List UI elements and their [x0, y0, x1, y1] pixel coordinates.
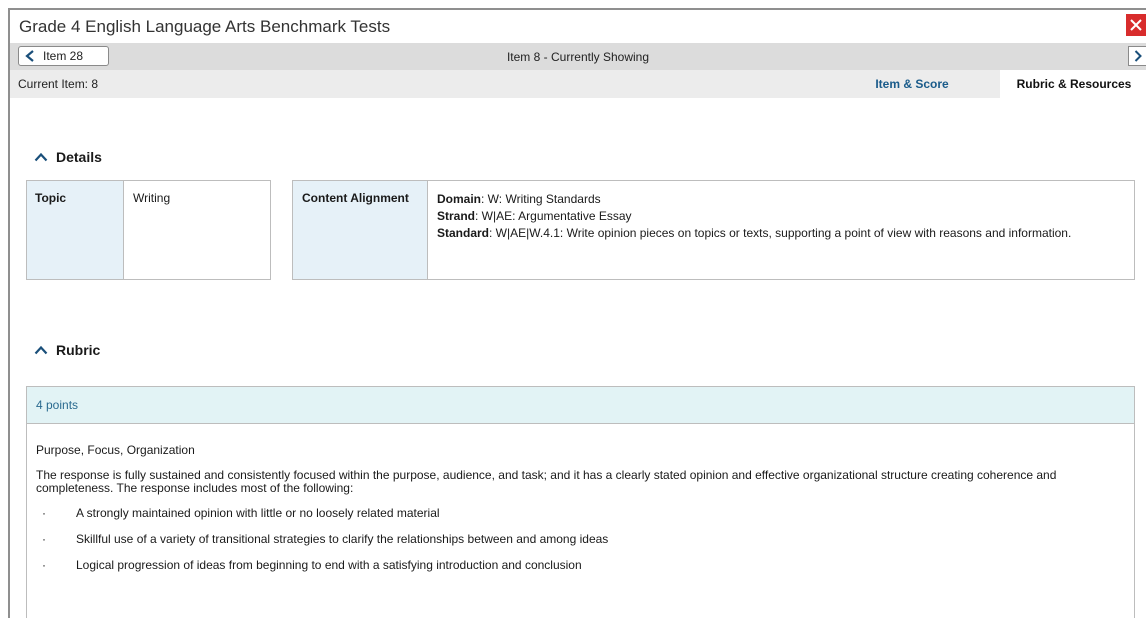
topic-label: Topic — [27, 181, 124, 279]
list-item: · Skillful use of a variety of transitio… — [36, 533, 1125, 546]
domain-line: Domain: W: Writing Standards — [437, 191, 1071, 208]
domain-value: : W: Writing Standards — [481, 192, 601, 206]
current-item-label: Current Item: 8 — [18, 77, 99, 91]
strand-label: Strand — [437, 209, 476, 223]
current-item-status: Item 8 - Currently Showing — [506, 49, 650, 64]
bullet-text: A strongly maintained opinion with littl… — [76, 506, 440, 520]
item-viewer-window: Grade 4 English Language Arts Benchmark … — [8, 8, 1146, 618]
list-item: · Logical progression of ideas from begi… — [36, 559, 1125, 572]
rubric-points-header: 4 points — [27, 387, 1134, 424]
chevron-up-icon — [34, 152, 48, 162]
rubric-subtitle: Purpose, Focus, Organization — [36, 443, 195, 457]
content-alignment-value: Domain: W: Writing Standards Strand: W|A… — [428, 181, 1080, 279]
strand-line: Strand: W|AE: Argumentative Essay — [437, 208, 1071, 225]
standard-line: Standard: W|AE|W.4.1: Write opinion piec… — [437, 225, 1071, 242]
bullet-marker: · — [42, 532, 46, 546]
content-alignment-label: Content Alignment — [293, 181, 428, 279]
close-icon — [1130, 19, 1142, 31]
details-heading: Details — [56, 149, 102, 165]
rubric-section-toggle[interactable]: Rubric — [34, 342, 100, 358]
bullet-marker: · — [42, 558, 46, 572]
content-alignment-table: Content Alignment Domain: W: Writing Sta… — [292, 180, 1135, 280]
window-title: Grade 4 English Language Arts Benchmark … — [19, 16, 391, 36]
tab-item-score[interactable]: Item & Score — [862, 70, 962, 98]
item-navigation-bar: Item 28 Item 8 - Currently Showing — [10, 43, 1146, 70]
topic-table: Topic Writing — [26, 180, 271, 280]
chevron-left-icon — [25, 50, 34, 62]
rubric-panel: 4 points Purpose, Focus, Organization Th… — [26, 386, 1135, 618]
chevron-up-icon — [34, 345, 48, 355]
list-item: · A strongly maintained opinion with lit… — [36, 507, 1125, 520]
title-bar: Grade 4 English Language Arts Benchmark … — [10, 10, 1146, 43]
bullet-text: Logical progression of ideas from beginn… — [76, 558, 582, 572]
standard-value: : W|AE|W.4.1: Write opinion pieces on to… — [489, 226, 1072, 240]
close-button[interactable] — [1126, 14, 1146, 36]
next-item-button[interactable] — [1128, 46, 1146, 66]
standard-label: Standard — [437, 226, 490, 240]
rubric-description: The response is fully sustained and cons… — [36, 468, 1057, 495]
previous-item-label: Item 28 — [43, 49, 84, 63]
rubric-body: Purpose, Focus, Organization The respons… — [27, 424, 1134, 572]
rubric-heading: Rubric — [56, 342, 101, 358]
chevron-right-icon — [1134, 50, 1142, 62]
strand-value: : W|AE: Argumentative Essay — [475, 209, 632, 223]
details-section-toggle[interactable]: Details — [34, 149, 102, 165]
tab-rubric-resources[interactable]: Rubric & Resources — [1000, 70, 1146, 98]
domain-label: Domain — [437, 192, 482, 206]
previous-item-button[interactable]: Item 28 — [18, 46, 109, 66]
bullet-marker: · — [42, 506, 46, 520]
topic-value: Writing — [133, 191, 171, 205]
tab-bar: Current Item: 8 Item & Score Rubric & Re… — [10, 70, 1146, 98]
bullet-text: Skillful use of a variety of transitiona… — [76, 532, 609, 546]
